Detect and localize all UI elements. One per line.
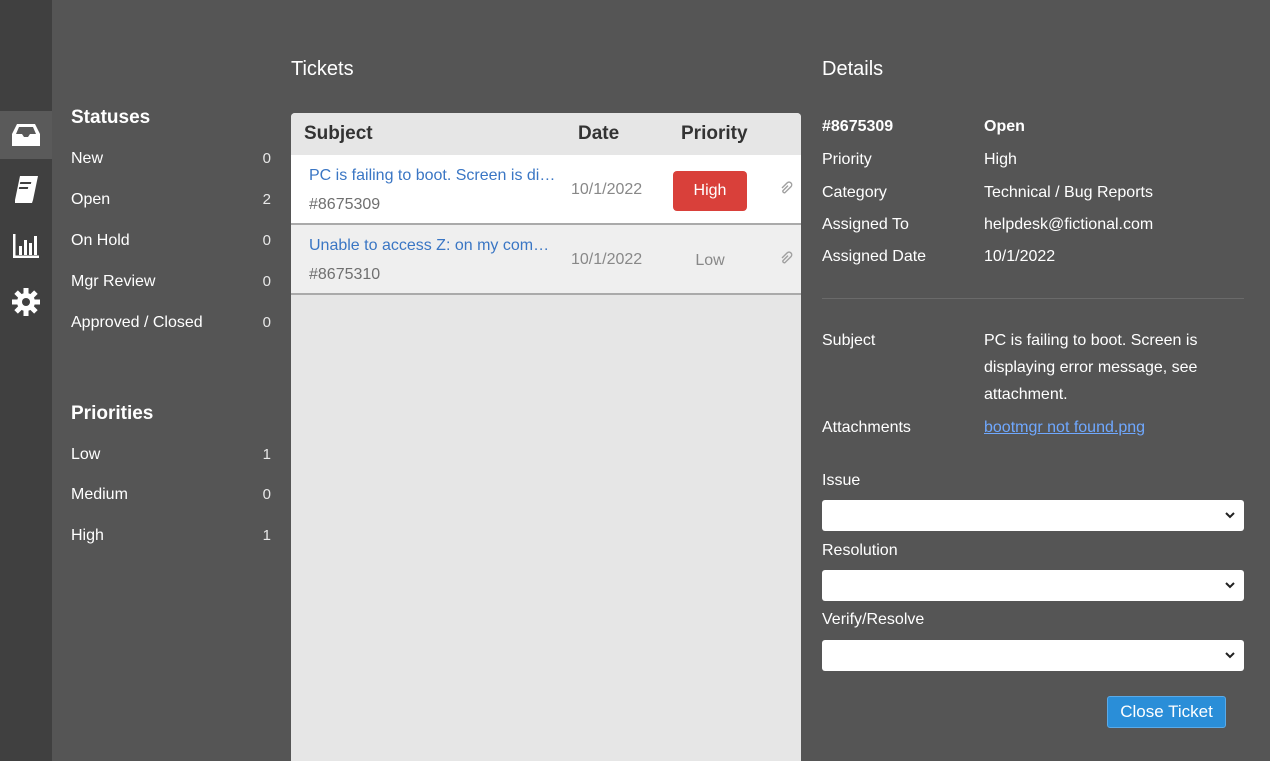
filter-label: Low: [71, 446, 101, 463]
detail-priority-label: Priority: [822, 151, 872, 168]
gear-icon: [12, 288, 40, 316]
detail-assigned-date-value: 10/1/2022: [984, 248, 1056, 265]
nav-settings[interactable]: [0, 278, 52, 326]
priority-badge: Low: [695, 252, 725, 269]
detail-status: Open: [984, 118, 1025, 135]
priority-filter-medium[interactable]: Medium 0: [71, 486, 271, 508]
verify-resolve-select[interactable]: [822, 640, 1244, 671]
ticket-row[interactable]: Unable to access Z: on my computer #8675…: [291, 225, 801, 295]
ticket-date: 10/1/2022: [571, 181, 643, 198]
detail-assigned-date-label: Assigned Date: [822, 248, 927, 265]
book-icon: [15, 176, 38, 203]
nav-reports[interactable]: [0, 222, 52, 270]
attachment-link-text[interactable]: bootmgr not found.png: [984, 419, 1145, 436]
details-heading: Details: [822, 58, 884, 80]
nav-book[interactable]: [0, 165, 52, 213]
chevron-down-icon: [1225, 512, 1235, 519]
ticket-subject-link[interactable]: Unable to access Z: on my computer: [309, 237, 557, 255]
ticket-subject-link[interactable]: PC is failing to boot. Screen is display…: [309, 167, 557, 185]
ticket-date: 10/1/2022: [571, 251, 643, 268]
ticket-number: #8675310: [309, 266, 381, 283]
issue-select[interactable]: [822, 500, 1244, 531]
filter-count: 0: [262, 314, 271, 331]
filter-label: Approved / Closed: [71, 314, 203, 331]
priority-badge: High: [673, 171, 747, 211]
filter-count: 2: [262, 191, 271, 208]
chevron-down-icon: [1225, 652, 1235, 659]
filter-label: High: [71, 527, 104, 544]
status-filter-mgr-review[interactable]: Mgr Review 0: [71, 273, 271, 295]
detail-subject-label: Subject: [822, 332, 876, 349]
tickets-list: Subject Date Priority PC is failing to b…: [291, 113, 801, 761]
status-filter-on-hold[interactable]: On Hold 0: [71, 232, 271, 254]
detail-category-value: Technical / Bug Reports: [984, 184, 1153, 201]
chevron-down-icon: [1225, 582, 1235, 589]
ticket-number: #8675309: [309, 196, 381, 213]
statuses-heading: Statuses: [71, 107, 151, 128]
column-header-subject[interactable]: Subject: [304, 123, 373, 145]
paperclip-icon[interactable]: [779, 181, 793, 197]
filter-label: New: [71, 150, 104, 167]
filter-label: Medium: [71, 486, 128, 503]
inbox-icon: [12, 124, 40, 146]
filter-count: 1: [262, 527, 271, 544]
resolution-select[interactable]: [822, 570, 1244, 601]
tickets-table-header: Subject Date Priority: [291, 113, 801, 155]
detail-assigned-to-value: helpdesk@fictional.com: [984, 216, 1154, 233]
detail-priority-value: High: [984, 151, 1017, 168]
column-header-date[interactable]: Date: [578, 123, 619, 145]
paperclip-icon[interactable]: [779, 251, 793, 267]
bar-chart-icon: [13, 234, 39, 258]
column-header-priority[interactable]: Priority: [681, 123, 748, 145]
filter-count: 0: [262, 273, 271, 290]
filter-count: 0: [262, 486, 271, 503]
status-filter-new[interactable]: New 0: [71, 150, 271, 172]
priority-filter-high[interactable]: High 1: [71, 527, 271, 549]
close-ticket-button[interactable]: Close Ticket: [1107, 696, 1226, 728]
details-divider: [822, 298, 1244, 299]
tickets-heading: Tickets: [291, 58, 354, 80]
issue-label: Issue: [822, 472, 861, 489]
ticket-row[interactable]: PC is failing to boot. Screen is display…: [291, 155, 801, 225]
filter-label: On Hold: [71, 232, 130, 249]
detail-subject-value: PC is failing to boot. Screen is display…: [984, 332, 1198, 403]
filter-label: Mgr Review: [71, 273, 156, 290]
filter-label: Open: [71, 191, 111, 208]
filter-count: 1: [262, 446, 271, 463]
filter-count: 0: [262, 232, 271, 249]
filter-count: 0: [262, 150, 271, 167]
priorities-heading: Priorities: [71, 403, 154, 424]
nav-inbox[interactable]: [0, 111, 52, 159]
attachment-link[interactable]: bootmgr not found.png: [984, 419, 1145, 437]
icon-sidebar: [0, 0, 52, 761]
verify-resolve-label: Verify/Resolve: [822, 611, 925, 628]
detail-assigned-to-label: Assigned To: [822, 216, 909, 233]
status-filter-open[interactable]: Open 2: [71, 191, 271, 213]
detail-category-label: Category: [822, 184, 887, 201]
priority-filter-low[interactable]: Low 1: [71, 446, 271, 468]
status-filter-approved-closed[interactable]: Approved / Closed 0: [71, 314, 271, 336]
resolution-label: Resolution: [822, 542, 898, 559]
detail-ticket-number: #8675309: [822, 118, 894, 135]
detail-attachments-label: Attachments: [822, 419, 911, 436]
